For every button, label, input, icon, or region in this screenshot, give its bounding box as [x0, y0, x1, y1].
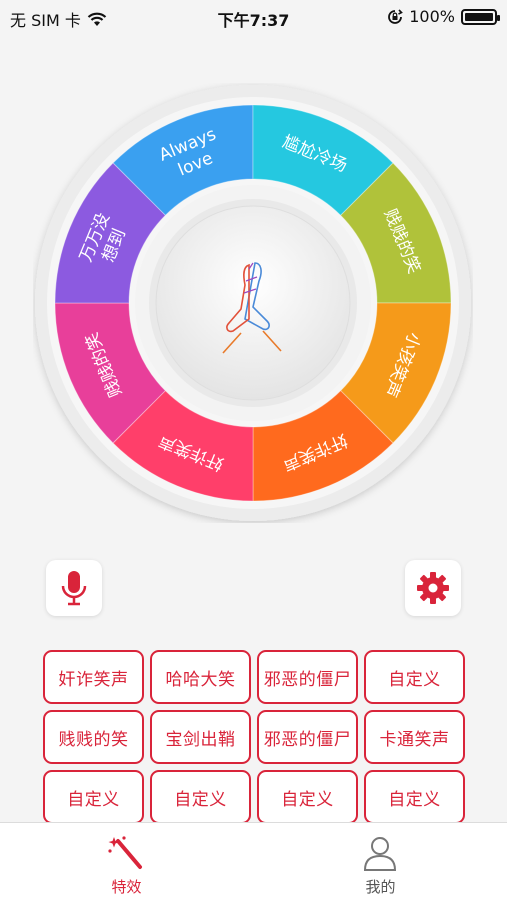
magic-wand-icon: [108, 836, 142, 869]
sound-button[interactable]: 邪恶的僵尸: [257, 650, 358, 704]
sound-button[interactable]: 邪恶的僵尸: [257, 710, 358, 764]
tab-mine-label: 我的: [365, 878, 396, 896]
sound-grid: 奸诈笑声 哈哈大笑 邪恶的僵尸 自定义 贱贱的笑 宝剑出鞘 邪恶的僵尸 卡通笑声…: [43, 650, 465, 824]
tab-mine[interactable]: 我的: [254, 823, 507, 900]
sound-button[interactable]: 自定义: [364, 650, 465, 704]
sound-button[interactable]: 自定义: [43, 770, 144, 824]
sound-button[interactable]: 自定义: [150, 770, 251, 824]
orientation-lock-icon: [388, 8, 404, 24]
center-play-button[interactable]: [155, 205, 351, 401]
sound-button[interactable]: 自定义: [257, 770, 358, 824]
gear-icon: [417, 572, 449, 604]
tab-bar: 特效 我的: [0, 822, 507, 900]
tab-effects-label: 特效: [111, 878, 142, 896]
sound-button[interactable]: 卡通笑声: [364, 710, 465, 764]
sound-button[interactable]: 奸诈笑声: [43, 650, 144, 704]
microphone-icon: [61, 571, 87, 606]
status-bar: 无 SIM 卡 下午7:37 100%: [0, 0, 507, 34]
sound-button[interactable]: 贱贱的笑: [43, 710, 144, 764]
record-button[interactable]: [46, 560, 102, 616]
battery-percent: 100%: [409, 7, 455, 26]
sound-wheel-graphic: Alwayslove 尴尬冷场贱贱的笑小孩笑声奸诈笑声奸诈笑声贱贱的笑万万没想到: [35, 85, 471, 521]
sound-button[interactable]: 宝剑出鞘: [150, 710, 251, 764]
battery-icon: [461, 8, 500, 25]
sound-wheel: Alwayslove 尴尬冷场 贱贱的笑 小孩笑声 奸诈笑声 奸诈笑声 贱贱的笑 万万没想到: [33, 83, 473, 523]
tab-effects[interactable]: 特效: [0, 823, 253, 900]
settings-button[interactable]: [405, 560, 461, 616]
sound-button[interactable]: 自定义: [364, 770, 465, 824]
sound-button[interactable]: 哈哈大笑: [150, 650, 251, 704]
user-icon: [363, 837, 397, 871]
status-right: 100%: [387, 7, 500, 26]
